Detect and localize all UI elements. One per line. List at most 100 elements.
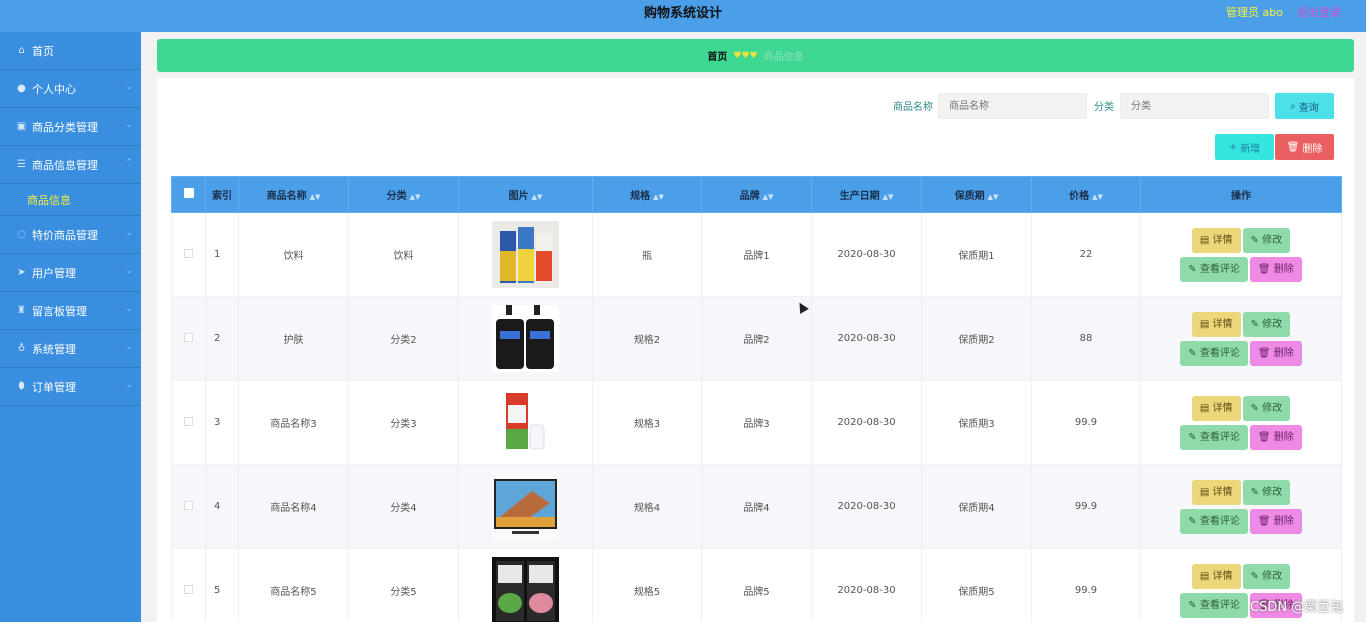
column-header[interactable]: 保质期 ▲▼: [921, 176, 1032, 213]
view-comments-button[interactable]: ✎ 查看评论: [1180, 340, 1248, 366]
pencil-icon: ✎: [1188, 515, 1200, 527]
cell-brand: 品牌4: [701, 464, 812, 549]
select-all-checkbox[interactable]: [171, 176, 206, 213]
sidebar-item-special[interactable]: ◌ 特价商品管理 ⌄: [0, 216, 141, 254]
user-icon: ●: [17, 83, 26, 94]
column-header-label: 图片: [508, 191, 529, 202]
detail-button[interactable]: ▤ 详情: [1191, 227, 1241, 253]
comment-label: 查看评论: [1199, 599, 1240, 611]
sidebar-item-system[interactable]: ♁ 系统管理 ⌄: [0, 330, 141, 368]
drink-cartons-image: [492, 221, 559, 288]
row-checkbox[interactable]: [171, 380, 206, 465]
edit-button[interactable]: ✎ 修改: [1242, 395, 1291, 421]
sidebar-item-orders[interactable]: ⬮ 订单管理 ⌄: [0, 368, 141, 406]
sidebar-item-label: 留言板管理: [32, 304, 87, 318]
column-header[interactable]: 商品名称 ▲▼: [238, 176, 349, 213]
query-button-label: 查询: [1298, 102, 1319, 114]
sidebar-item-product-info[interactable]: ☰ 商品信息管理 ⌃: [0, 146, 141, 184]
query-button[interactable]: ⌕ 查询: [1275, 93, 1334, 119]
calendar-icon: ▣: [16, 121, 27, 132]
name-search-input[interactable]: [938, 93, 1087, 119]
trash-icon: 🗑: [1257, 263, 1274, 275]
main-panel: 商品名称 分类 ⌕ 查询 + 新增 🗑 删除 索引 商品名称▲▼ 分类▲▼ 图片…: [157, 78, 1354, 622]
column-header[interactable]: 生产日期 ▲▼: [811, 176, 922, 213]
row-checkbox[interactable]: [171, 464, 206, 549]
cell-name: 商品名称3: [238, 380, 349, 465]
detail-button[interactable]: ▤ 详情: [1191, 395, 1241, 421]
search-bar: 商品名称 分类 ⌕ 查询: [157, 93, 1354, 119]
remove-label: 删除: [1273, 263, 1294, 275]
cell-name: 商品名称4: [238, 464, 349, 549]
batch-delete-button[interactable]: 🗑 删除: [1275, 134, 1334, 160]
pencil-icon: ✎: [1188, 599, 1200, 611]
sidebar-item-users[interactable]: ➤ 用户管理 ⌄: [0, 254, 141, 292]
add-button[interactable]: + 新增: [1215, 134, 1274, 160]
document-icon: ▤: [1199, 402, 1213, 414]
plus-icon: +: [1228, 141, 1238, 153]
cell-brand: 品牌5: [701, 548, 812, 622]
delete-row-button[interactable]: 🗑 删除: [1249, 424, 1302, 450]
view-comments-button[interactable]: ✎ 查看评论: [1180, 592, 1248, 618]
pencil-icon: ✎: [1250, 486, 1263, 498]
cell-index: 4: [205, 464, 239, 549]
pencil-icon: ✎: [1188, 431, 1200, 443]
row-checkbox[interactable]: [171, 548, 206, 622]
milk-carton-image: [492, 389, 559, 456]
cell-date: 2020-08-30: [811, 464, 922, 549]
cell-spec: 瓶: [592, 212, 702, 297]
cell-index: 1: [205, 212, 239, 297]
detail-button[interactable]: ▤ 详情: [1191, 311, 1241, 337]
sidebar-item-label: 首页: [32, 44, 54, 58]
cell-date: 2020-08-30: [811, 548, 922, 622]
column-header[interactable]: 图片 ▲▼: [458, 176, 593, 213]
delete-row-button[interactable]: 🗑 删除: [1249, 256, 1302, 282]
row-checkbox[interactable]: [171, 212, 206, 297]
product-table: 索引 商品名称 ▲▼ 分类 ▲▼ 图片 ▲▼ 规格 ▲▼ 品牌 ▲▼ 生产日期 ▲▼ 保质期…: [171, 176, 1342, 622]
sidebar-item-messages[interactable]: ♜ 留言板管理 ⌄: [0, 292, 141, 330]
search-icon: ⌕: [1290, 100, 1296, 112]
sidebar-item-home[interactable]: ⌂ 首页: [0, 32, 141, 70]
cell-brand: 品牌2: [701, 296, 812, 381]
column-header[interactable]: 规格 ▲▼: [592, 176, 702, 213]
sidebar-item-profile[interactable]: ● 个人中心 ⌄: [0, 70, 141, 108]
cell-date: 2020-08-30: [811, 212, 922, 297]
chevron-down-icon: ⌄: [125, 82, 133, 92]
delete-row-button[interactable]: 🗑 删除: [1249, 508, 1302, 534]
sidebar-item-category[interactable]: ▣ 商品分类管理 ⌄: [0, 108, 141, 146]
view-comments-button[interactable]: ✎ 查看评论: [1180, 256, 1248, 282]
delete-row-button[interactable]: 🗑 删除: [1249, 340, 1302, 366]
column-header-label: 价格: [1069, 191, 1090, 202]
detail-button[interactable]: ▤ 详情: [1191, 479, 1241, 505]
breadcrumb-home[interactable]: 首页: [707, 48, 727, 63]
column-header: 索引: [205, 176, 239, 213]
detail-button[interactable]: ▤ 详情: [1191, 563, 1241, 589]
view-comments-button[interactable]: ✎ 查看评论: [1180, 424, 1248, 450]
send-icon: ➤: [17, 267, 26, 278]
edit-label: 修改: [1262, 486, 1283, 498]
edit-button[interactable]: ✎ 修改: [1242, 563, 1291, 589]
cell-name: 护肤: [238, 296, 349, 381]
cell-price: 22: [1031, 212, 1141, 297]
chevron-down-icon: ⌄: [125, 266, 133, 276]
admin-label: 管理员 abo: [1226, 6, 1283, 19]
sidebar-subitem-product[interactable]: 商品信息: [0, 184, 141, 216]
view-comments-button[interactable]: ✎ 查看评论: [1180, 508, 1248, 534]
edit-button[interactable]: ✎ 修改: [1242, 227, 1291, 253]
trophy-icon: ♜: [17, 305, 26, 316]
category-search-input[interactable]: [1120, 93, 1269, 119]
column-header[interactable]: 品牌 ▲▼: [701, 176, 812, 213]
cell-shelf-life: 保质期5: [921, 548, 1032, 622]
column-header[interactable]: 分类 ▲▼: [348, 176, 459, 213]
chevron-down-icon: ⌄: [125, 304, 133, 314]
add-button-label: 新增: [1240, 143, 1261, 155]
chevron-down-icon: ⌄: [125, 342, 133, 352]
cell-category: 饮料: [348, 212, 459, 297]
logout-link[interactable]: 退出登录: [1297, 0, 1341, 26]
row-checkbox[interactable]: [171, 296, 206, 381]
edit-button[interactable]: ✎ 修改: [1242, 311, 1291, 337]
cell-category: 分类5: [348, 548, 459, 622]
mic-icon: ♁: [17, 343, 26, 354]
column-header[interactable]: 价格 ▲▼: [1031, 176, 1141, 213]
cell-shelf-life: 保质期4: [921, 464, 1032, 549]
edit-button[interactable]: ✎ 修改: [1242, 479, 1291, 505]
